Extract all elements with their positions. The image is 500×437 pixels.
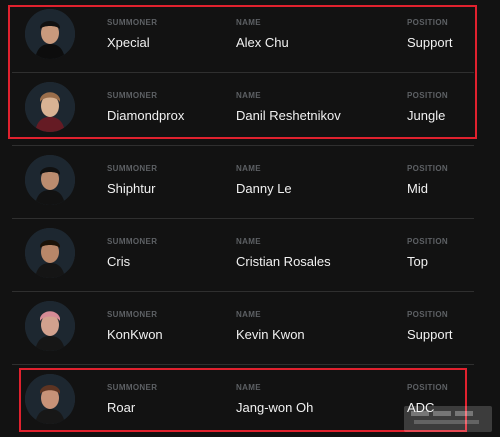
- player-row[interactable]: SUMMONER Diamondprox NAME Danil Reshetni…: [12, 73, 474, 146]
- name-label: NAME: [236, 237, 261, 246]
- player-name: Jang-won Oh: [236, 400, 314, 415]
- summoner-field: SUMMONER Shiphtur: [107, 164, 157, 196]
- position-field: POSITION Top: [407, 237, 448, 269]
- name-field: NAME Kevin Kwon: [236, 310, 305, 342]
- player-avatar: [25, 82, 75, 132]
- player-portrait-icon: [25, 374, 75, 424]
- position-field: POSITION Mid: [407, 164, 448, 196]
- player-position: Support: [407, 35, 453, 50]
- player-portrait-icon: [25, 9, 75, 59]
- player-row[interactable]: SUMMONER Xpecial NAME Alex Chu POSITION …: [12, 0, 474, 73]
- player-avatar: [25, 9, 75, 59]
- summoner-name: Xpecial: [107, 35, 150, 50]
- player-portrait-icon: [25, 228, 75, 278]
- summoner-field: SUMMONER Roar: [107, 383, 157, 415]
- position-field: POSITION Jungle: [407, 91, 448, 123]
- name-field: NAME Danny Le: [236, 164, 292, 196]
- player-position: Support: [407, 327, 453, 342]
- position-field: POSITION Support: [407, 310, 453, 342]
- name-label: NAME: [236, 310, 261, 319]
- name-field: NAME Jang-won Oh: [236, 383, 313, 415]
- player-avatar: [25, 301, 75, 351]
- position-label: POSITION: [407, 164, 449, 173]
- player-position: Top: [407, 254, 428, 269]
- position-label: POSITION: [407, 310, 449, 319]
- player-name: Cristian Rosales: [236, 254, 331, 269]
- summoner-field: SUMMONER Diamondprox: [107, 91, 184, 123]
- summoner-name: Shiphtur: [107, 181, 156, 196]
- summoner-label: SUMMONER: [107, 18, 158, 27]
- player-name: Danil Reshetnikov: [236, 108, 341, 123]
- summoner-name: Cris: [107, 254, 131, 269]
- name-label: NAME: [236, 18, 261, 27]
- name-label: NAME: [236, 91, 261, 100]
- player-portrait-icon: [25, 301, 75, 351]
- position-label: POSITION: [407, 237, 449, 246]
- name-field: NAME Danil Reshetnikov: [236, 91, 341, 123]
- name-label: NAME: [236, 383, 261, 392]
- player-portrait-icon: [25, 82, 75, 132]
- player-avatar: [25, 228, 75, 278]
- summoner-field: SUMMONER KonKwon: [107, 310, 163, 342]
- player-row[interactable]: SUMMONER Cris NAME Cristian Rosales POSI…: [12, 219, 474, 292]
- player-avatar: [25, 155, 75, 205]
- player-name: Kevin Kwon: [236, 327, 305, 342]
- summoner-label: SUMMONER: [107, 164, 158, 173]
- position-field: POSITION ADC: [407, 383, 448, 415]
- summoner-name: KonKwon: [107, 327, 163, 342]
- name-label: NAME: [236, 164, 261, 173]
- position-field: POSITION Support: [407, 18, 453, 50]
- name-field: NAME Alex Chu: [236, 18, 289, 50]
- summoner-label: SUMMONER: [107, 91, 158, 100]
- player-row[interactable]: SUMMONER KonKwon NAME Kevin Kwon POSITIO…: [12, 292, 474, 365]
- player-portrait-icon: [25, 155, 75, 205]
- name-field: NAME Cristian Rosales: [236, 237, 331, 269]
- summoner-name: Diamondprox: [107, 108, 185, 123]
- summoner-label: SUMMONER: [107, 237, 158, 246]
- team-roster: SUMMONER Xpecial NAME Alex Chu POSITION …: [0, 0, 500, 437]
- player-position: Jungle: [407, 108, 446, 123]
- player-row[interactable]: SUMMONER Shiphtur NAME Danny Le POSITION…: [12, 146, 474, 219]
- player-position: Mid: [407, 181, 428, 196]
- summoner-field: SUMMONER Cris: [107, 237, 157, 269]
- player-row[interactable]: SUMMONER Roar NAME Jang-won Oh POSITION …: [12, 365, 474, 437]
- summoner-label: SUMMONER: [107, 383, 158, 392]
- summoner-field: SUMMONER Xpecial: [107, 18, 157, 50]
- player-avatar: [25, 374, 75, 424]
- player-position: ADC: [407, 400, 435, 415]
- summoner-name: Roar: [107, 400, 136, 415]
- position-label: POSITION: [407, 91, 449, 100]
- player-name: Danny Le: [236, 181, 292, 196]
- position-label: POSITION: [407, 18, 449, 27]
- position-label: POSITION: [407, 383, 449, 392]
- player-name: Alex Chu: [236, 35, 289, 50]
- summoner-label: SUMMONER: [107, 310, 158, 319]
